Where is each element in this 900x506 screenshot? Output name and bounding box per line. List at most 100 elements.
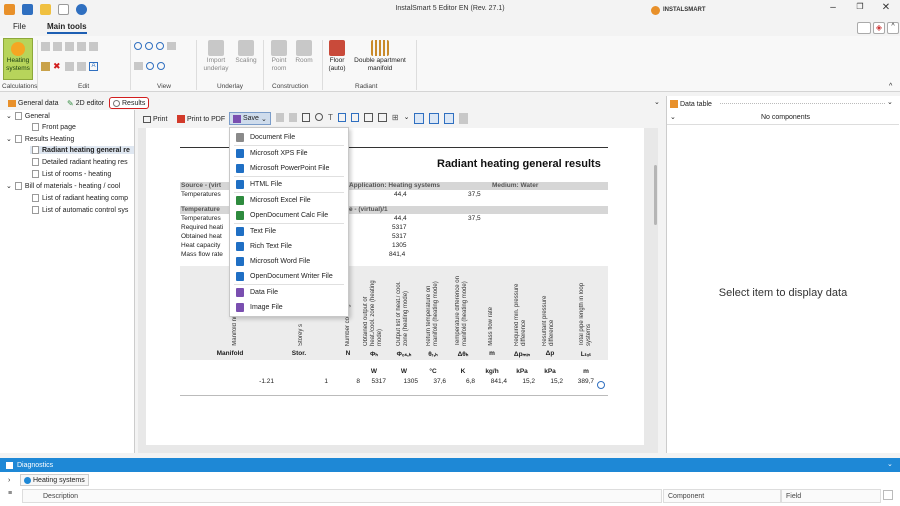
components-expand-icon[interactable]: ⌄ (670, 113, 676, 121)
copy-icon[interactable] (41, 42, 50, 51)
double-apartment-manifold-button[interactable]: Double apartment manifold (348, 40, 412, 73)
save-xps-file[interactable]: Microsoft XPS File (230, 146, 348, 160)
ribbon-collapse-icon[interactable]: ^ (889, 83, 892, 90)
zoom-window-icon[interactable] (146, 62, 154, 70)
fit-page-icon[interactable] (337, 113, 346, 122)
facing-icon[interactable] (444, 113, 455, 124)
save-word-file[interactable]: Microsoft Word File (230, 254, 348, 268)
edit-tools-row2: ✖ A (41, 62, 98, 71)
save-calc-file[interactable]: OpenDocument Calc File (230, 208, 348, 222)
column-chooser-icon[interactable] (883, 490, 893, 500)
col-symbol: Δpₘᵢₙ (513, 351, 531, 358)
minimize-button[interactable]: – (823, 2, 843, 13)
save-image-file[interactable]: Image File (230, 300, 348, 314)
tree-list-radiant[interactable]: List of radiant heating comp (32, 194, 128, 202)
format-icon[interactable] (77, 42, 86, 51)
diagnostics-tab-heating[interactable]: Heating systems (20, 474, 89, 486)
save-document-file[interactable]: Document File (230, 130, 348, 144)
first-page-icon[interactable] (289, 113, 297, 122)
tab-file[interactable]: File (13, 22, 26, 31)
help-icon[interactable]: ◈ (873, 22, 885, 34)
room-button[interactable]: Room (292, 40, 316, 65)
tree-bom[interactable]: ⌄ Bill of materials - heating / cool (6, 182, 120, 190)
save-excel-file[interactable]: Microsoft Excel File (230, 193, 348, 207)
save-html-file[interactable]: HTML File (230, 177, 348, 191)
tree-detailed-radiant[interactable]: Detailed radiant heating res (32, 158, 128, 166)
xps-file-icon (236, 148, 244, 158)
tabs-dropdown-icon[interactable]: ⌄ (654, 98, 660, 106)
report-title: Radiant heating general results (437, 158, 601, 170)
pan-icon[interactable] (134, 62, 143, 70)
floor-auto-button[interactable]: Floor (auto) (326, 40, 348, 73)
scaling-button[interactable]: Scaling (233, 40, 259, 65)
tree-results-heating[interactable]: ⌄ Results Heating (6, 135, 74, 143)
tree-general[interactable]: ⌄ General (6, 112, 50, 120)
text-tool-icon[interactable]: T (328, 113, 333, 124)
multi-page-icon[interactable] (377, 113, 387, 122)
point-room-button[interactable]: Point room (268, 40, 290, 73)
word-file-icon (236, 256, 244, 266)
tree-list-rooms[interactable]: List of rooms - heating (32, 170, 111, 178)
save-menu-label: Rich Text File (250, 242, 292, 250)
zoom-magnifier-icon[interactable] (597, 381, 605, 389)
single-page-icon[interactable] (414, 113, 425, 124)
expand-icon[interactable]: ⌄ (6, 112, 12, 120)
print-button[interactable]: Print (143, 113, 167, 125)
view-dropdown-icon[interactable]: ⌄ (404, 113, 410, 124)
expand-arrow-icon[interactable]: › (8, 477, 10, 484)
scissors-icon[interactable] (41, 62, 50, 71)
col-header: Required min. pressure difference (510, 268, 532, 346)
zoom-fit-icon[interactable] (156, 42, 164, 50)
heating-systems-button[interactable]: Heating systems (3, 38, 33, 80)
zoom-out-icon[interactable] (145, 42, 153, 50)
zoom-in-icon[interactable] (134, 42, 142, 50)
diagnostics-collapse-icon[interactable]: ⌄ (887, 460, 893, 468)
tab-main-tools[interactable]: Main tools (47, 22, 87, 34)
rename-icon[interactable] (65, 62, 74, 71)
continuous-icon[interactable] (429, 113, 440, 124)
view-options-icon[interactable] (167, 42, 176, 50)
expand-icon[interactable]: ⌄ (6, 135, 12, 143)
grid-menu-icon[interactable]: ≡ (8, 490, 12, 497)
properties-icon[interactable] (77, 62, 86, 71)
tab-results[interactable]: Results (109, 97, 150, 109)
save-button[interactable]: Save ⌄ (229, 112, 271, 125)
tree-front-page[interactable]: Front page (32, 123, 76, 131)
powerpoint-file-icon (236, 163, 244, 173)
copy-report-icon[interactable] (276, 113, 284, 122)
fit-width-icon[interactable] (350, 113, 359, 122)
save-powerpoint-file[interactable]: Microsoft PowerPoint File (230, 161, 348, 175)
edit-more-icon[interactable] (89, 42, 98, 51)
text-icon[interactable]: A (89, 62, 98, 71)
save-writer-file[interactable]: OpenDocument Writer File (230, 269, 348, 283)
two-pages-icon[interactable] (363, 113, 373, 122)
collapse-ribbon-icon[interactable]: ^ (887, 22, 899, 34)
panel-dropdown-icon[interactable]: ⌄ (887, 98, 893, 106)
close-button[interactable]: ✕ (876, 2, 896, 13)
paste-icon[interactable] (53, 42, 62, 51)
cut-icon[interactable] (65, 42, 74, 51)
col-header: Obtained output of heat./cool. zone (hea… (362, 268, 384, 346)
tab-2d-editor[interactable]: ✎ 2D editor (67, 97, 104, 109)
save-data-file[interactable]: Data File (230, 285, 348, 299)
tab-general-data[interactable]: General data (8, 97, 58, 109)
col-symbol: Φₒₛ,ₕ (396, 351, 412, 358)
tree-list-auto[interactable]: List of automatic control sys (32, 206, 128, 214)
vertical-scrollbar[interactable] (654, 165, 657, 225)
grid-icon[interactable]: ⊞ (392, 113, 399, 124)
thumbnail-icon[interactable] (459, 113, 469, 124)
find-icon[interactable] (315, 113, 323, 121)
account-icon[interactable] (857, 22, 871, 34)
import-underlay-button[interactable]: Import underlay (200, 40, 232, 73)
save-rtf-file[interactable]: Rich Text File (230, 239, 348, 253)
print-pdf-button[interactable]: Print to PDF (177, 113, 225, 125)
description-column: Description (22, 489, 662, 503)
save-text-file[interactable]: Text File (230, 224, 348, 238)
folder-icon (14, 112, 22, 120)
restore-button[interactable]: ❐ (850, 2, 870, 11)
zoom-all-icon[interactable] (157, 62, 165, 70)
page-layout-icon[interactable] (302, 113, 310, 122)
expand-icon[interactable]: ⌄ (6, 182, 12, 190)
tree-radiant-general[interactable]: Radiant heating general re (30, 146, 134, 154)
delete-icon[interactable]: ✖ (53, 62, 62, 71)
